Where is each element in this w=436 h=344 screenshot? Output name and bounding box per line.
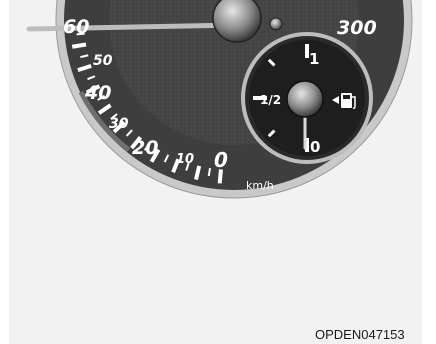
speed-unit-label: km/h — [246, 179, 274, 192]
instrument-cluster-illustration: 60 50 40 30 20 10 0 300 km/h 1 1/2 0 — [26, 0, 413, 199]
speed-tick — [207, 167, 212, 177]
fuel-needle-hub — [286, 80, 324, 118]
speed-label-20: 20 — [132, 137, 158, 159]
speed-label-50: 50 — [93, 53, 113, 69]
speed-label-300: 300 — [337, 17, 377, 39]
fuel-full-label: 1 — [309, 50, 319, 68]
speed-label-10: 10 — [176, 152, 194, 167]
needle-tip-cap — [269, 17, 283, 31]
fuel-empty-label: 0 — [310, 138, 320, 156]
figure-code: OPDEN047153 — [315, 327, 405, 342]
speed-label-0: 0 — [214, 148, 228, 172]
speed-label-60: 60 — [63, 16, 89, 38]
speed-needle-hub — [212, 0, 262, 43]
speed-label-30: 30 — [109, 116, 129, 132]
speed-label-40: 40 — [84, 82, 111, 104]
speed-tick — [71, 42, 87, 49]
illustration-panel: 60 50 40 30 20 10 0 300 km/h 1 1/2 0 OPD… — [9, 0, 422, 344]
fuel-half-label: 1/2 — [260, 93, 281, 107]
